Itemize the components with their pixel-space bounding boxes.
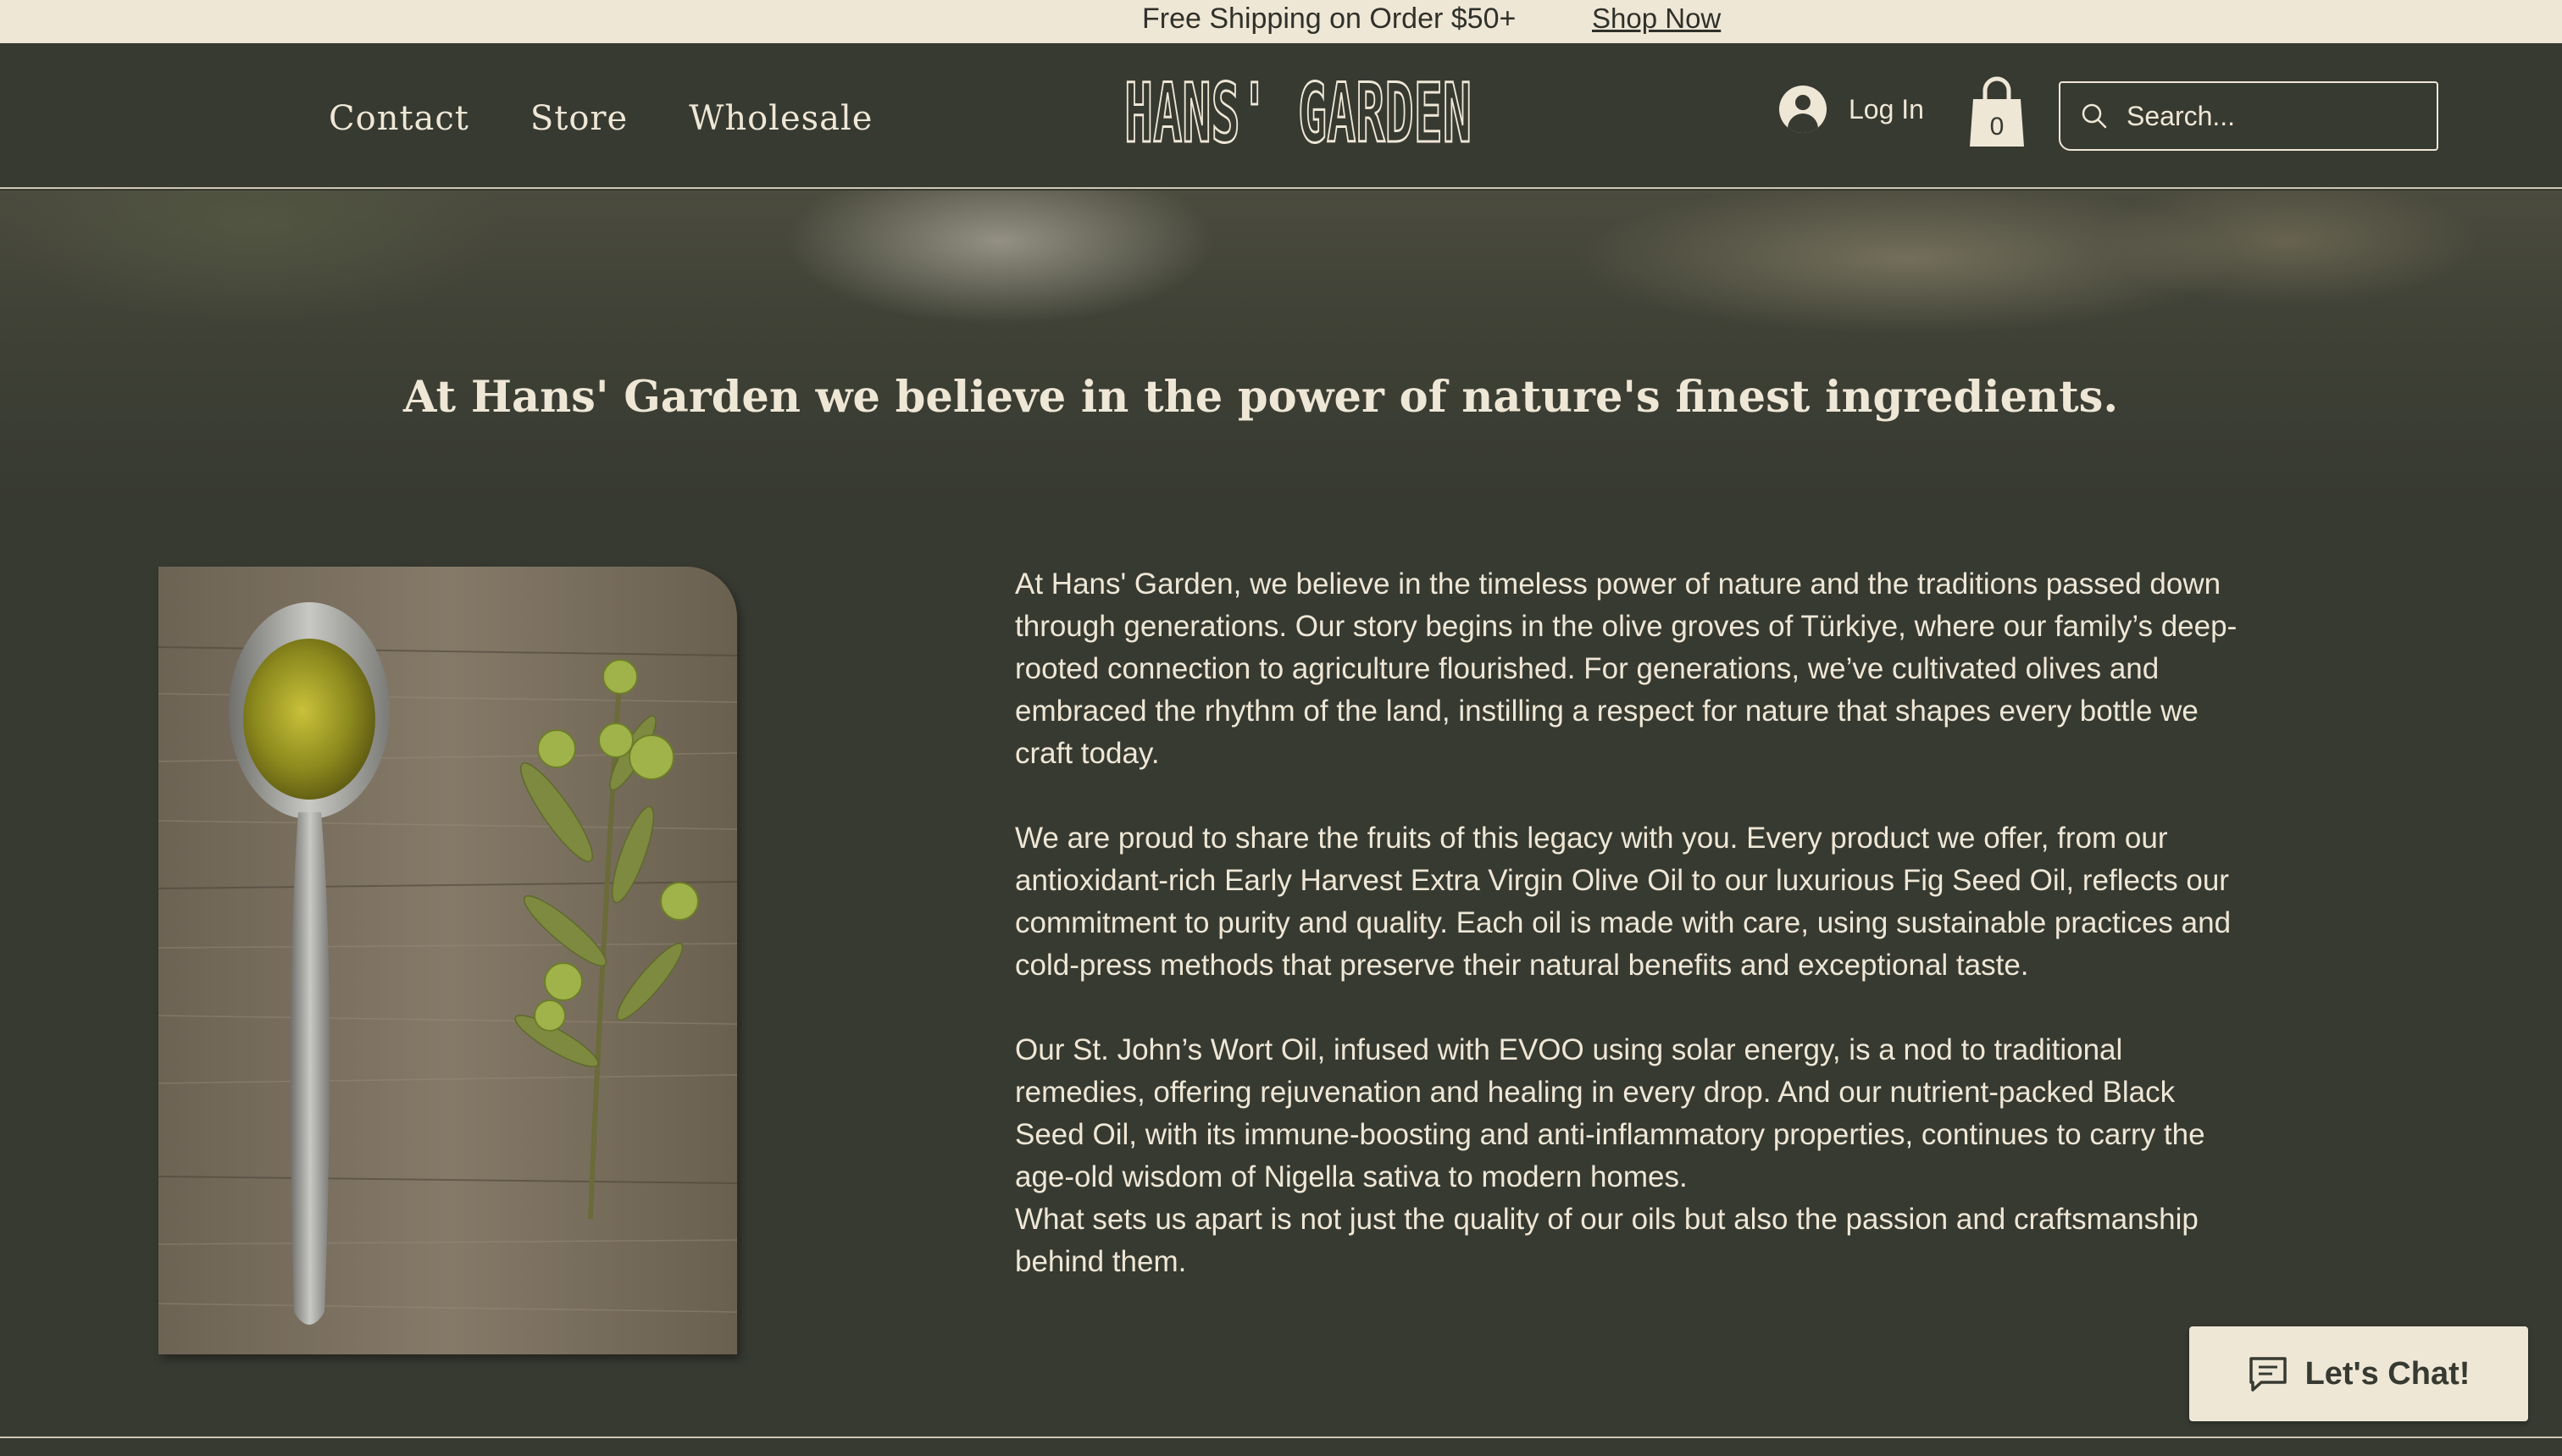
chat-icon bbox=[2249, 1357, 2287, 1392]
nav-store[interactable]: Store bbox=[530, 99, 628, 138]
login-button[interactable]: Log In bbox=[1779, 86, 1924, 133]
search-icon bbox=[2082, 103, 2107, 129]
olive-oil-spoon-image bbox=[158, 567, 737, 1354]
login-label: Log In bbox=[1849, 93, 1924, 125]
search-box[interactable] bbox=[2059, 81, 2438, 151]
hero-title: At Hans' Garden we believe in the power … bbox=[402, 372, 2119, 423]
nav-contact[interactable]: Contact bbox=[329, 99, 469, 138]
story-paragraph: We are proud to share the fruits of this… bbox=[1015, 822, 2232, 982]
nav-wholesale[interactable]: Wholesale bbox=[689, 99, 873, 138]
cart-count: 0 bbox=[1989, 113, 2005, 141]
hero-banner: At Hans' Garden we believe in the power … bbox=[0, 191, 2562, 504]
announcement-text: Free Shipping on Order $50+ bbox=[1142, 3, 1517, 35]
story-section: At Hans' Garden, we believe in the timel… bbox=[1015, 563, 2243, 1283]
shop-now-link[interactable]: Shop Now bbox=[1592, 0, 1721, 43]
logo-text: HANS' GARDEN bbox=[1124, 69, 1472, 153]
main-nav: Contact Store Wholesale bbox=[329, 99, 873, 138]
divider bbox=[0, 1437, 2562, 1438]
user-icon bbox=[1779, 86, 1827, 133]
announcement-bar: Free Shipping on Order $50+ Shop Now bbox=[0, 0, 2562, 43]
chat-label: Let's Chat! bbox=[2304, 1355, 2470, 1392]
story-paragraph: What sets us apart is not just the quali… bbox=[1015, 1203, 2199, 1278]
site-header: Contact Store Wholesale HANS' GARDEN Log… bbox=[0, 43, 2562, 189]
chat-button[interactable]: Let's Chat! bbox=[2189, 1326, 2528, 1421]
cart-button[interactable]: 0 bbox=[1968, 74, 2026, 148]
story-paragraph: At Hans' Garden, we believe in the timel… bbox=[1015, 567, 2238, 770]
search-input[interactable] bbox=[2127, 100, 2432, 132]
site-logo[interactable]: HANS' GARDEN bbox=[1120, 69, 1476, 153]
story-paragraph: Our St. John’s Wort Oil, infused with EV… bbox=[1015, 1033, 2205, 1193]
